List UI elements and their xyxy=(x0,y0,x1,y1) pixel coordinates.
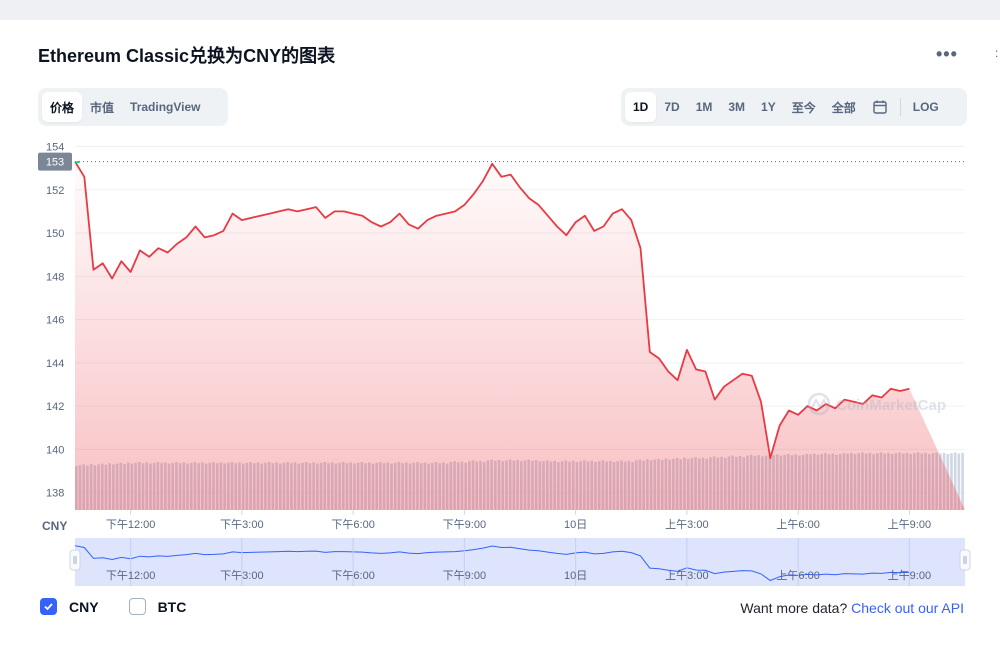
navigator-tick-label: 下午6:00 xyxy=(331,569,374,582)
x-tick-label: 下午6:00 xyxy=(331,518,374,531)
navigator-tick-label: 10日 xyxy=(564,570,587,582)
navigator-tick-label: 上午6:00 xyxy=(776,569,819,582)
navigator-tick-label: 下午3:00 xyxy=(220,569,263,582)
y-tick-label: 144 xyxy=(46,358,64,370)
navigator-tick-label: 上午9:00 xyxy=(888,569,931,582)
x-tick-label: 下午12:00 xyxy=(106,518,156,531)
series-legend: CNY BTC xyxy=(40,598,186,615)
x-tick-label: 上午9:00 xyxy=(888,518,931,531)
navigator-tick-label: 下午9:00 xyxy=(443,569,486,582)
y-tick-label: 154 xyxy=(46,141,64,153)
y-tick-label: 148 xyxy=(46,271,64,283)
volume-bar xyxy=(961,452,964,510)
currency-axis-label: CNY xyxy=(42,519,67,533)
api-promo: Want more data? Check out our API xyxy=(740,600,964,616)
y-tick-label: 138 xyxy=(46,488,64,500)
x-tick-label: 10日 xyxy=(564,519,587,531)
cny-checkbox[interactable] xyxy=(40,598,57,615)
check-icon xyxy=(44,603,53,611)
y-tick-label: 140 xyxy=(46,444,64,456)
price-line-start xyxy=(74,160,81,164)
y-tick-label: 150 xyxy=(46,228,64,240)
api-text: Want more data? xyxy=(740,600,848,616)
x-tick-label: 上午3:00 xyxy=(665,518,708,531)
y-axis: 154 152 150 148 146 144 142 140 138 xyxy=(46,141,64,499)
y-tick-label: 142 xyxy=(46,401,64,413)
x-tick-label: 上午6:00 xyxy=(776,518,819,531)
watermark-text: CoinMarketCap xyxy=(836,397,946,414)
x-tick-label: 下午3:00 xyxy=(220,518,263,531)
navigator-tick-label: 上午3:00 xyxy=(665,569,708,582)
x-tick-label: 下午9:00 xyxy=(443,518,486,531)
btc-label: BTC xyxy=(157,598,187,615)
price-chart[interactable]: 154 152 150 148 146 144 142 140 138 153 CNY 下午12… xyxy=(0,0,1000,650)
navigator-right-handle[interactable] xyxy=(959,549,971,571)
navigator-left-handle[interactable] xyxy=(69,549,81,571)
y-tick-label: 152 xyxy=(46,185,64,197)
navigator-tick-label: 下午12:00 xyxy=(106,569,156,582)
current-price-badge: 153 xyxy=(38,152,72,171)
btc-checkbox[interactable] xyxy=(128,598,146,615)
y-tick-label: 146 xyxy=(46,315,64,327)
price-area xyxy=(75,161,965,510)
current-price-label: 153 xyxy=(46,157,64,169)
x-axis: 下午12:00 下午3:00 下午6:00 下午9:00 10日 上午3:00 上午6:00… xyxy=(106,510,931,531)
range-navigator[interactable]: 下午12:00 下午3:00 下午6:00 下午9:00 10日 上午3:00 上午6:00… xyxy=(69,538,971,586)
api-link[interactable]: Check out our API xyxy=(851,600,964,616)
cny-label: CNY xyxy=(69,598,99,615)
